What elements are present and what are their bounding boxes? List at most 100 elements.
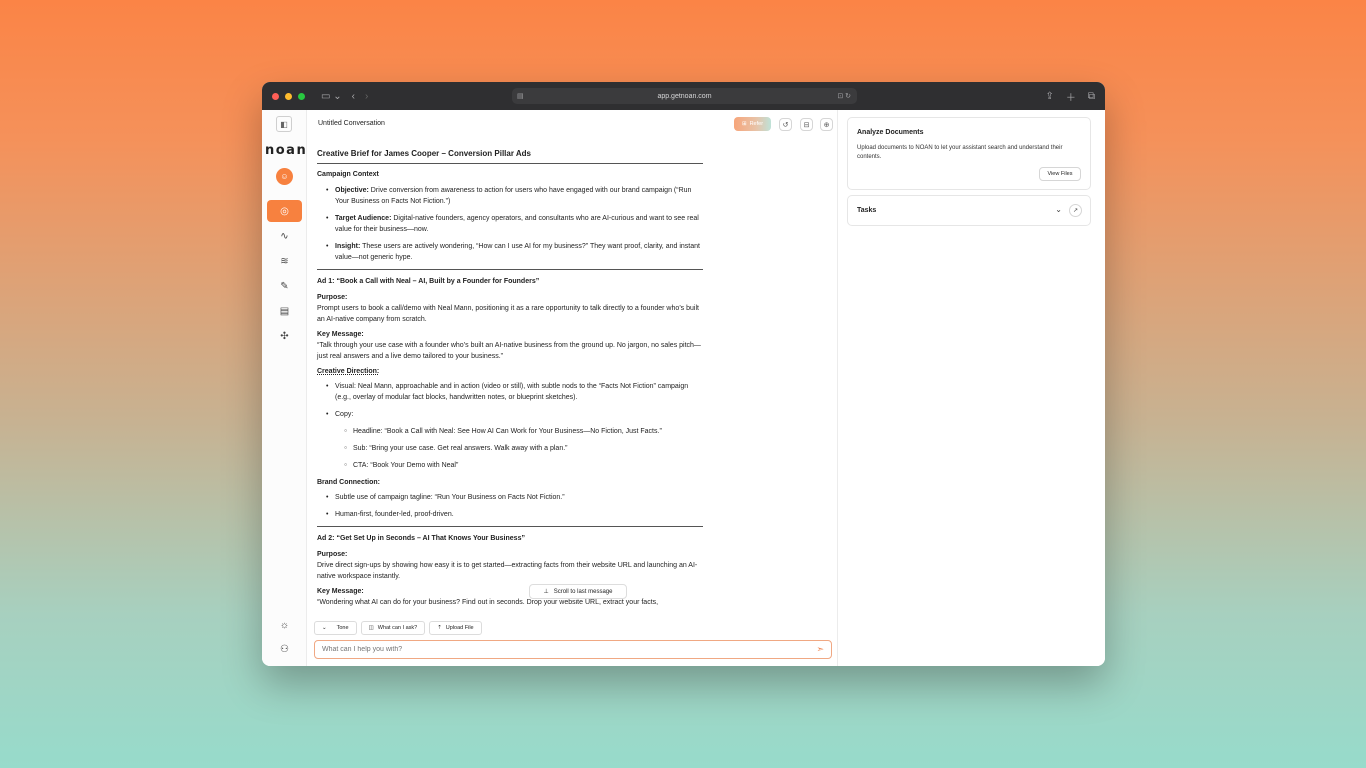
browser-window: ▭ ⌄ ‹ › ▤ app.getnoan.com ⊡ ↻ ⇪ ＋ ⧉ ◧ no… (262, 82, 1105, 666)
upload-label: Upload File (445, 625, 474, 631)
refer-button[interactable]: ⊞ Refer (734, 117, 771, 131)
ad2-heading: Ad 2: “Get Set Up in Seconds – AI That K… (317, 535, 525, 542)
audience-label: Target Audience: (335, 215, 392, 222)
analyze-documents-card: Analyze Documents Upload documents to NO… (847, 117, 1091, 190)
tone-label: Tone (336, 625, 349, 631)
zoom-window-button[interactable] (298, 92, 305, 100)
list-item: CTA: “Book Your Demo with Neal” (317, 460, 703, 471)
notebook-icon: ▤ (279, 305, 290, 317)
tab-overview-icon[interactable]: ⧉ (1088, 89, 1095, 104)
brand-list: Subtle use of campaign tagline: “Run You… (317, 492, 703, 520)
conversation-title: Untitled Conversation (318, 120, 385, 127)
scroll-to-last-button[interactable]: ⊥ Scroll to last message (529, 584, 627, 599)
user-icon: ⚇ (280, 643, 289, 655)
refer-label: Refer (749, 121, 764, 127)
app-body: ◧ noan ☺ ◎ ∿ ≋ ✎ ▤ ✣ ☼ ⚇ Untitled Conver… (262, 110, 1105, 666)
insight-label: Insight: (335, 243, 361, 250)
chat-bubble-icon: ◫ (368, 625, 374, 631)
back-icon[interactable]: ‹ (352, 91, 355, 102)
creative-list: Visual: Neal Mann, approachable and in a… (317, 381, 703, 471)
list-item: Human-first, founder-led, proof-driven. (317, 509, 703, 520)
key-message-heading: Key Message: (317, 588, 364, 595)
reload-icon[interactable]: ⊡ ↻ (837, 92, 851, 100)
sidebar-item-home[interactable]: ◎ (267, 200, 302, 222)
layers-icon: ≋ (280, 255, 289, 267)
what-can-i-ask-chip[interactable]: ◫ What can I ask? (360, 621, 426, 635)
docs-description: Upload documents to NOAN to let your ass… (857, 145, 1063, 160)
message-content: Creative Brief for James Cooper – Conver… (317, 148, 703, 612)
list-item: Subtle use of campaign tagline: “Run You… (317, 492, 703, 503)
list-item: Copy: Headline: “Book a Call with Neal: … (317, 409, 703, 471)
sidebar-item-layers[interactable]: ≋ (267, 250, 302, 272)
list-item: Sub: “Bring your use case. Get real answ… (317, 443, 703, 454)
close-window-button[interactable] (272, 92, 279, 100)
brand-connection-heading: Brand Connection: (317, 479, 380, 486)
list-item: Headline: “Book a Call with Neal: See Ho… (317, 426, 703, 437)
purpose-heading: Purpose: (317, 294, 348, 301)
sidebar-item-activity[interactable]: ∿ (267, 225, 302, 247)
divider (317, 269, 703, 270)
url-text: app.getnoan.com (657, 92, 712, 100)
prompt-chips: ⌄ Tone ◫ What can I ask? ⇡ Upload File (314, 621, 482, 635)
view-files-button[interactable]: View Files (1039, 167, 1081, 181)
copy-label: Copy: (335, 411, 354, 418)
list-item: Visual: Neal Mann, approachable and in a… (317, 381, 703, 403)
browser-titlebar: ▭ ⌄ ‹ › ▤ app.getnoan.com ⊡ ↻ ⇪ ＋ ⧉ (262, 82, 1105, 110)
history-icon[interactable]: ↺ (779, 118, 792, 131)
conversation-panel: Untitled Conversation ⊞ Refer ↺ ⊟ ⊕ Crea… (307, 110, 838, 666)
ad1-message: “Talk through your use case with a found… (317, 342, 701, 360)
ad1-heading: Ad 1: “Book a Call with Neal – AI, Built… (317, 278, 540, 285)
divider (317, 526, 703, 527)
traffic-lights (272, 92, 305, 100)
list-item: Insight: These users are actively wonder… (317, 241, 703, 263)
ad2-message: “Wondering what AI can do for your busin… (317, 599, 659, 606)
sidebar-toggle-icon[interactable]: ▭ ⌄ (321, 91, 342, 102)
workspace-avatar[interactable]: ☺ (276, 168, 293, 185)
scroll-label: Scroll to last message (553, 588, 613, 595)
pulse-icon: ∿ (280, 230, 289, 242)
gift-icon: ⊞ (741, 121, 747, 127)
page-settings-icon[interactable]: ▤ (517, 92, 524, 100)
tone-chip[interactable]: ⌄ Tone (314, 621, 357, 635)
chat-input[interactable] (322, 646, 817, 653)
minimize-window-button[interactable] (285, 92, 292, 100)
send-icon[interactable]: ➣ (816, 644, 824, 655)
forward-icon[interactable]: › (365, 91, 368, 102)
sidebar-item-ideas[interactable]: ☼ (267, 614, 302, 636)
list-item: Objective: Drive conversion from awarene… (317, 185, 703, 207)
browser-actions: ⇪ ＋ ⧉ (1045, 89, 1095, 104)
campaign-context-heading: Campaign Context (317, 171, 379, 178)
copy-sublist: Headline: “Book a Call with Neal: See Ho… (317, 426, 703, 471)
sidebar-item-network[interactable]: ✣ (267, 325, 302, 347)
noan-logo: noan (265, 143, 308, 158)
address-bar[interactable]: ▤ app.getnoan.com ⊡ ↻ (512, 88, 857, 104)
collapse-sidebar-icon[interactable]: ◧ (276, 116, 292, 132)
context-list: Objective: Drive conversion from awarene… (317, 185, 703, 263)
upload-file-chip[interactable]: ⇡ Upload File (429, 621, 482, 635)
key-message-heading: Key Message: (317, 331, 364, 338)
chat-input-box[interactable]: ➣ (314, 640, 832, 659)
purpose-heading: Purpose: (317, 551, 348, 558)
ask-label: What can I ask? (377, 625, 418, 631)
brief-title: Creative Brief for James Cooper – Conver… (317, 148, 703, 164)
sidebar-item-profile[interactable]: ⚇ (267, 638, 302, 660)
tasks-card[interactable]: Tasks ⌄ ↗ (847, 195, 1091, 226)
sidebar-item-edit[interactable]: ✎ (267, 275, 302, 297)
chevron-down-icon: ⌄ (322, 625, 327, 631)
right-panel: Analyze Documents Upload documents to NO… (838, 110, 1105, 666)
docs-title: Analyze Documents (857, 129, 924, 136)
inbox-icon[interactable]: ⊟ (800, 118, 813, 131)
new-chat-icon[interactable]: ⊕ (820, 118, 833, 131)
insight-text: These users are actively wondering, “How… (335, 243, 700, 261)
open-arrow-icon[interactable]: ↗ (1069, 204, 1082, 217)
pencil-icon: ✎ (280, 280, 289, 292)
sidebar-item-notebook[interactable]: ▤ (267, 300, 302, 322)
share-icon[interactable]: ⇪ (1045, 89, 1053, 104)
lightbulb-icon: ☼ (279, 619, 290, 631)
chevron-down-icon[interactable]: ⌄ (1055, 205, 1062, 214)
target-icon: ◎ (280, 205, 289, 217)
list-item: Target Audience: Digital-native founders… (317, 213, 703, 235)
creative-direction-heading: Creative Direction: (317, 368, 380, 375)
new-tab-icon[interactable]: ＋ (1066, 89, 1076, 104)
tasks-title: Tasks (857, 207, 877, 214)
